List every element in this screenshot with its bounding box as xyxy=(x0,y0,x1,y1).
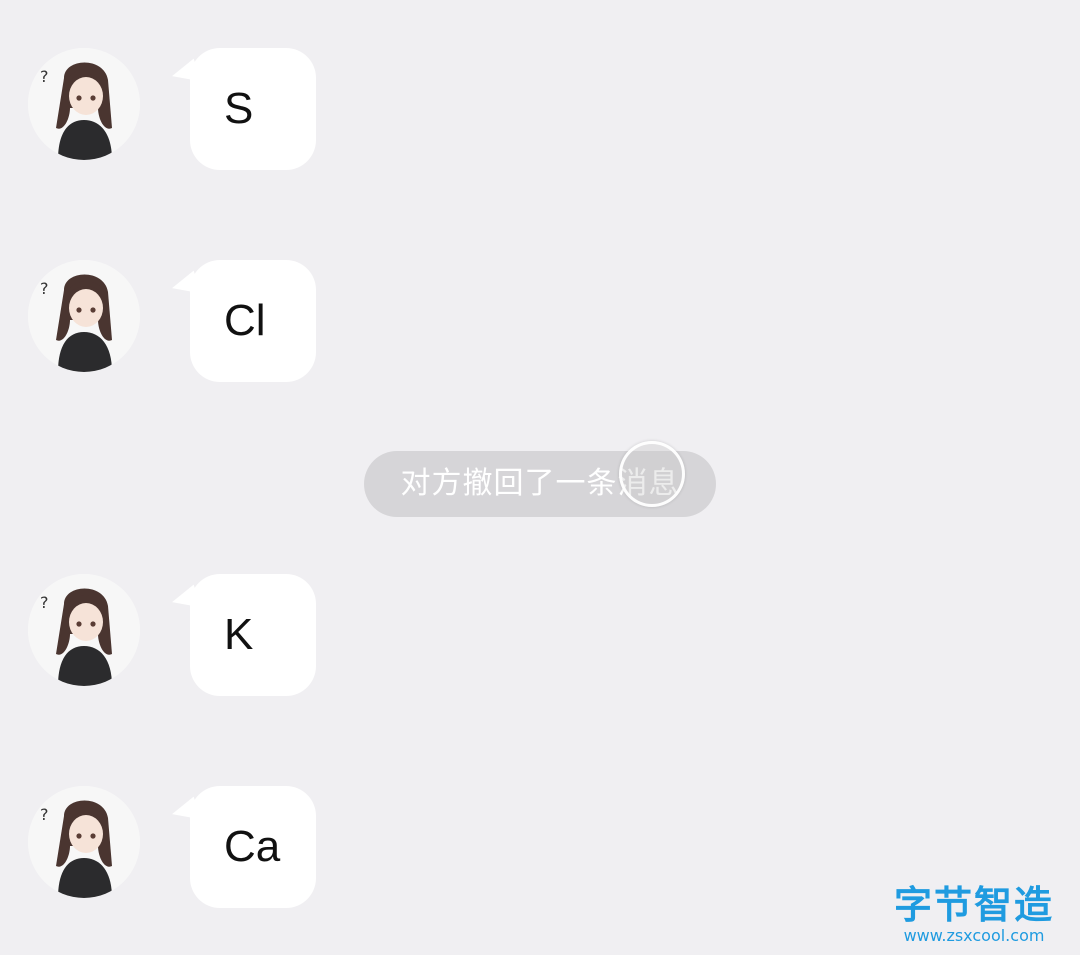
svg-text:?: ? xyxy=(40,279,49,298)
message-row: ? Cl xyxy=(0,260,1080,390)
contact-avatar[interactable]: ? xyxy=(28,48,140,160)
contact-avatar[interactable]: ? xyxy=(28,260,140,372)
bubble-tail xyxy=(168,584,202,616)
message-text: K xyxy=(224,610,254,659)
watermark-url: www.zsxcool.com xyxy=(903,926,1045,945)
message-bubble[interactable]: Ca xyxy=(168,786,316,908)
message-bubble[interactable]: Cl xyxy=(168,260,316,382)
svg-text:?: ? xyxy=(40,67,49,86)
bubble-tail xyxy=(168,270,202,302)
message-text: S xyxy=(224,84,254,133)
bubble-tail xyxy=(168,796,202,828)
watermark-logo: 字节智造 xyxy=(893,883,1054,927)
contact-avatar[interactable]: ? xyxy=(28,574,140,686)
message-bubble[interactable]: K xyxy=(168,574,316,696)
contact-avatar[interactable]: ? xyxy=(28,786,140,898)
touch-indicator xyxy=(619,441,685,507)
message-bubble[interactable]: S xyxy=(168,48,316,170)
message-text: Cl xyxy=(224,296,266,345)
message-row: ? K xyxy=(0,574,1080,704)
bubble-tail xyxy=(168,58,202,90)
message-text: Ca xyxy=(224,822,281,871)
svg-text:?: ? xyxy=(40,593,49,612)
message-row: ? S xyxy=(0,48,1080,178)
svg-text:?: ? xyxy=(40,805,49,824)
watermark: 字节智造 www.zsxcool.com xyxy=(884,883,1064,945)
